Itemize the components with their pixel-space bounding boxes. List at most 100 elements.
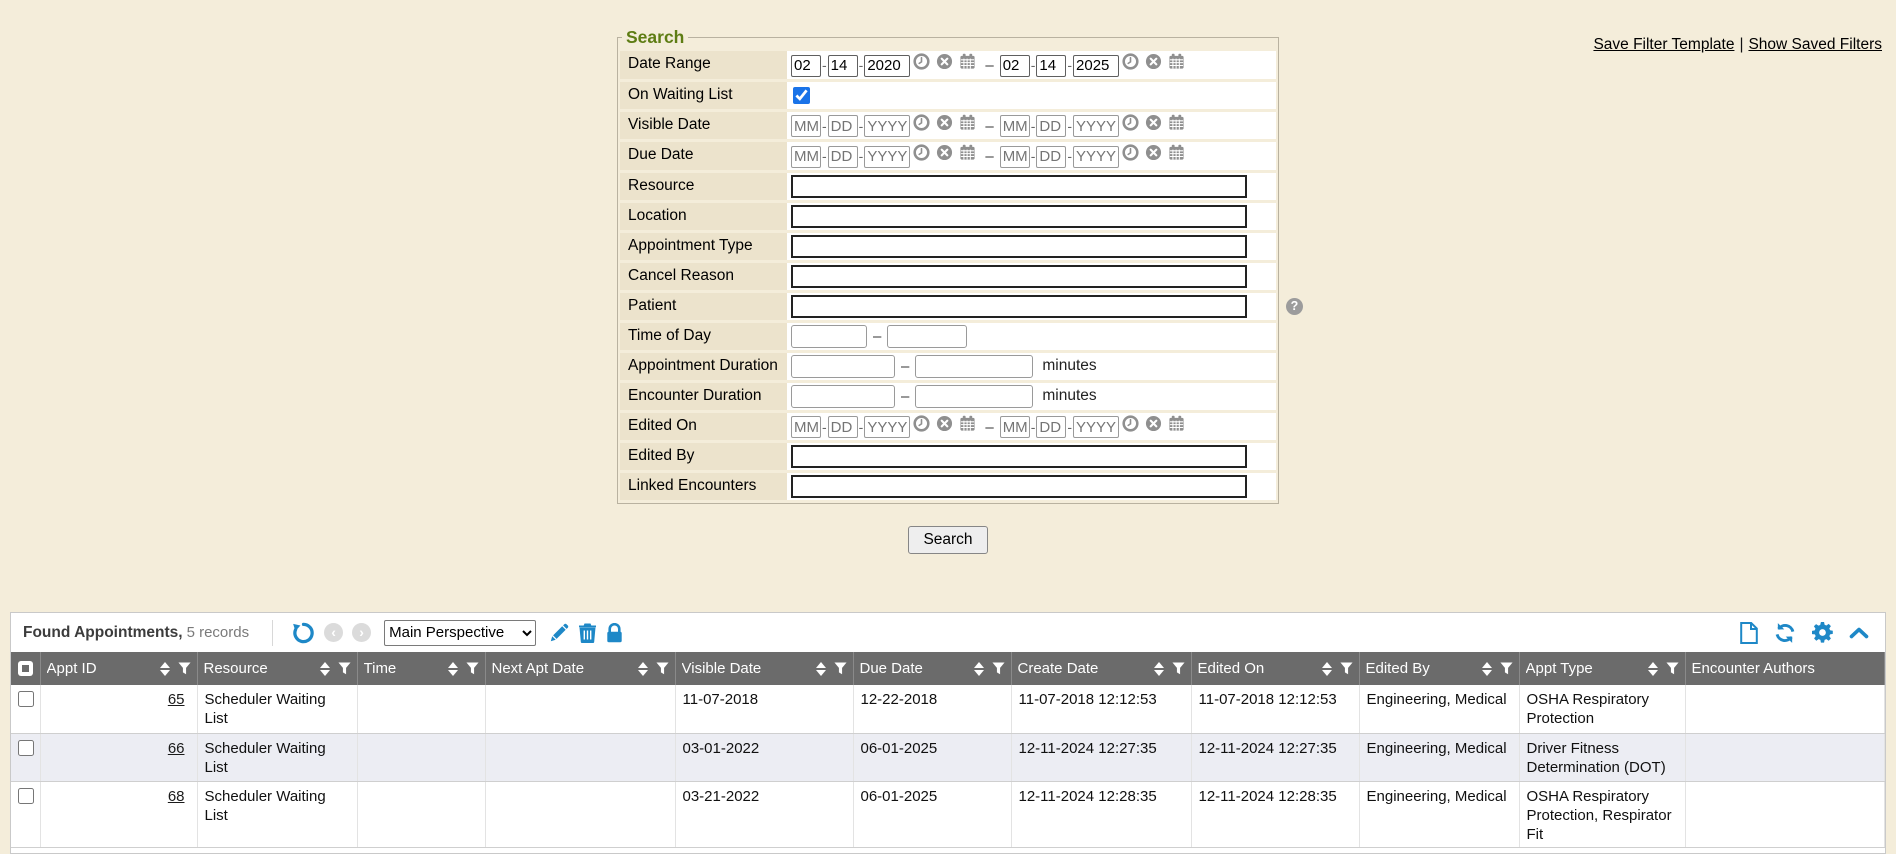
filter-icon[interactable] bbox=[178, 662, 191, 675]
clock-icon[interactable] bbox=[913, 114, 930, 131]
collapse-chevron-icon[interactable] bbox=[1849, 626, 1869, 639]
clear-date-icon[interactable] bbox=[936, 144, 953, 161]
sort-icon[interactable] bbox=[448, 662, 458, 676]
settings-gear-icon[interactable] bbox=[1812, 622, 1833, 643]
calendar-icon[interactable] bbox=[959, 114, 976, 131]
sort-icon[interactable] bbox=[160, 662, 170, 676]
time-of-day-end-input[interactable] bbox=[887, 325, 967, 348]
location-input[interactable] bbox=[791, 205, 1247, 228]
encounter-duration-min-input[interactable] bbox=[791, 385, 895, 408]
next-page-button[interactable]: › bbox=[352, 623, 371, 642]
sort-icon[interactable] bbox=[1322, 662, 1332, 676]
time-of-day-start-input[interactable] bbox=[791, 325, 867, 348]
year-input[interactable] bbox=[864, 146, 910, 168]
year-input[interactable] bbox=[864, 416, 910, 438]
clear-date-icon[interactable] bbox=[1145, 415, 1162, 432]
month-input[interactable] bbox=[791, 55, 821, 77]
calendar-icon[interactable] bbox=[1168, 144, 1185, 161]
day-input[interactable] bbox=[828, 115, 858, 137]
clock-icon[interactable] bbox=[1122, 114, 1139, 131]
clear-date-icon[interactable] bbox=[936, 114, 953, 131]
month-input[interactable] bbox=[1000, 115, 1030, 137]
day-input[interactable] bbox=[828, 146, 858, 168]
year-input[interactable] bbox=[1073, 115, 1119, 137]
calendar-icon[interactable] bbox=[959, 144, 976, 161]
show-saved-filters-link[interactable]: Show Saved Filters bbox=[1748, 36, 1882, 53]
month-input[interactable] bbox=[1000, 55, 1030, 77]
day-input[interactable] bbox=[1036, 416, 1066, 438]
on-waiting-list-checkbox[interactable] bbox=[793, 87, 810, 104]
clear-date-icon[interactable] bbox=[1145, 114, 1162, 131]
search-button[interactable]: Search bbox=[908, 526, 987, 554]
year-input[interactable] bbox=[864, 115, 910, 137]
sort-icon[interactable] bbox=[638, 662, 648, 676]
day-input[interactable] bbox=[1036, 115, 1066, 137]
row-select-checkbox[interactable] bbox=[18, 691, 34, 707]
filter-icon[interactable] bbox=[466, 662, 479, 675]
resource-input[interactable] bbox=[791, 175, 1247, 198]
appt-id-link[interactable]: 68 bbox=[168, 788, 185, 805]
sort-icon[interactable] bbox=[320, 662, 330, 676]
filter-icon[interactable] bbox=[1340, 662, 1353, 675]
calendar-icon[interactable] bbox=[959, 53, 976, 70]
select-all-checkbox[interactable] bbox=[18, 661, 33, 676]
encounter-duration-max-input[interactable] bbox=[915, 385, 1033, 408]
clock-icon[interactable] bbox=[1122, 144, 1139, 161]
sort-icon[interactable] bbox=[1482, 662, 1492, 676]
calendar-icon[interactable] bbox=[1168, 415, 1185, 432]
sort-icon[interactable] bbox=[1648, 662, 1658, 676]
edited-by-input[interactable] bbox=[791, 445, 1247, 468]
help-icon[interactable]: ? bbox=[1286, 298, 1303, 315]
prev-page-button[interactable]: ‹ bbox=[324, 623, 343, 642]
linked-encounters-input[interactable] bbox=[791, 475, 1247, 498]
patient-input[interactable] bbox=[791, 295, 1247, 318]
perspective-select[interactable]: Main Perspective bbox=[384, 620, 536, 646]
calendar-icon[interactable] bbox=[1168, 114, 1185, 131]
month-input[interactable] bbox=[791, 416, 821, 438]
calendar-icon[interactable] bbox=[959, 415, 976, 432]
filter-icon[interactable] bbox=[1172, 662, 1185, 675]
col-header-select[interactable] bbox=[11, 652, 40, 685]
appt-id-link[interactable]: 66 bbox=[168, 740, 185, 757]
filter-icon[interactable] bbox=[834, 662, 847, 675]
month-input[interactable] bbox=[791, 146, 821, 168]
clock-icon[interactable] bbox=[1122, 415, 1139, 432]
appointment-duration-min-input[interactable] bbox=[791, 355, 895, 378]
year-input[interactable] bbox=[1073, 146, 1119, 168]
filter-icon[interactable] bbox=[1666, 662, 1679, 675]
appointment-duration-max-input[interactable] bbox=[915, 355, 1033, 378]
lock-icon[interactable] bbox=[606, 623, 623, 643]
filter-icon[interactable] bbox=[1500, 662, 1513, 675]
clear-date-icon[interactable] bbox=[1145, 53, 1162, 70]
clear-date-icon[interactable] bbox=[936, 415, 953, 432]
clock-icon[interactable] bbox=[913, 144, 930, 161]
day-input[interactable] bbox=[828, 55, 858, 77]
sort-icon[interactable] bbox=[974, 662, 984, 676]
clear-date-icon[interactable] bbox=[1145, 144, 1162, 161]
row-select-checkbox[interactable] bbox=[18, 788, 34, 804]
filter-icon[interactable] bbox=[992, 662, 1005, 675]
year-input[interactable] bbox=[1073, 55, 1119, 77]
save-filter-template-link[interactable]: Save Filter Template bbox=[1593, 36, 1734, 53]
sort-icon[interactable] bbox=[1154, 662, 1164, 676]
filter-icon[interactable] bbox=[656, 662, 669, 675]
clock-icon[interactable] bbox=[1122, 53, 1139, 70]
cancel-reason-input[interactable] bbox=[791, 265, 1247, 288]
day-input[interactable] bbox=[1036, 146, 1066, 168]
new-document-icon[interactable] bbox=[1740, 622, 1758, 644]
year-input[interactable] bbox=[1073, 416, 1119, 438]
clock-icon[interactable] bbox=[913, 53, 930, 70]
year-input[interactable] bbox=[864, 55, 910, 77]
filter-icon[interactable] bbox=[338, 662, 351, 675]
edit-pencil-icon[interactable] bbox=[549, 623, 569, 643]
day-input[interactable] bbox=[1036, 55, 1066, 77]
appointment-type-input[interactable] bbox=[791, 235, 1247, 258]
calendar-icon[interactable] bbox=[1168, 53, 1185, 70]
refresh-icon[interactable] bbox=[1774, 622, 1796, 644]
month-input[interactable] bbox=[791, 115, 821, 137]
clock-icon[interactable] bbox=[913, 415, 930, 432]
month-input[interactable] bbox=[1000, 146, 1030, 168]
sort-icon[interactable] bbox=[816, 662, 826, 676]
undo-icon[interactable] bbox=[292, 621, 315, 644]
row-select-checkbox[interactable] bbox=[18, 740, 34, 756]
